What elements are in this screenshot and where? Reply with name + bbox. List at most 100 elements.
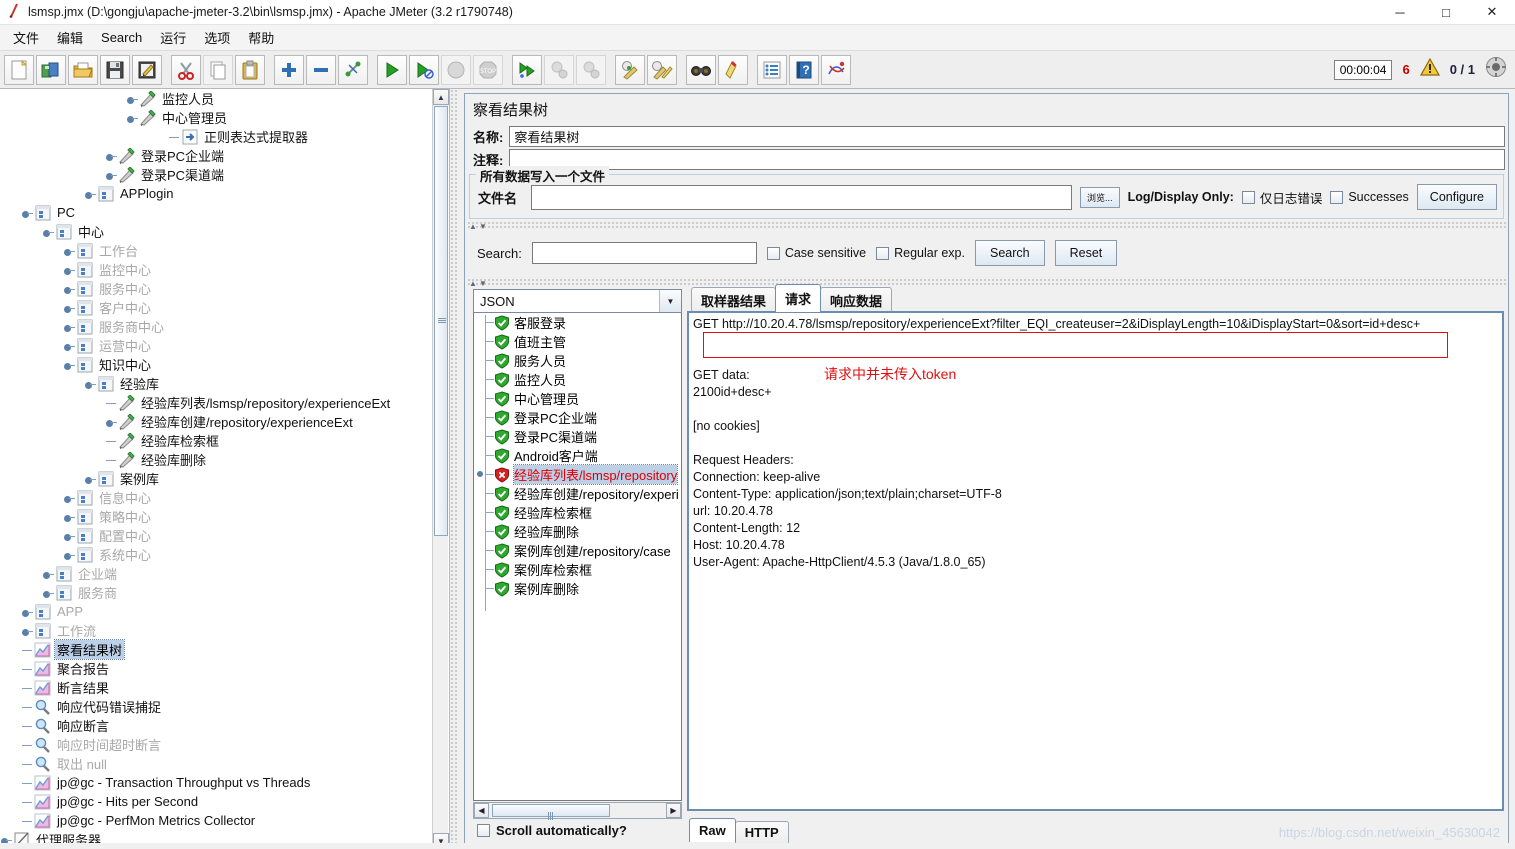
tree-item[interactable]: 知识中心 (0, 355, 432, 374)
templates-icon[interactable] (36, 54, 66, 85)
tree-expand-handle[interactable] (84, 471, 97, 487)
search-split-bar[interactable]: ▲ ▼ (467, 222, 1506, 231)
successes-checkbox[interactable]: Successes (1330, 190, 1409, 204)
menu-file[interactable]: 文件 (4, 26, 48, 49)
tree-expand-handle[interactable] (63, 319, 76, 335)
result-item[interactable]: 登录PC渠道端 (474, 427, 681, 446)
tree-expand-handle[interactable] (63, 300, 76, 316)
tree-expand-handle[interactable] (105, 414, 118, 430)
tree-item[interactable]: APPlogin (0, 184, 432, 203)
collapse-up-icon[interactable]: ▲ (469, 222, 477, 231)
cut-icon[interactable] (171, 54, 201, 85)
thread-gauge-icon[interactable] (1485, 56, 1507, 83)
tree-item[interactable]: 响应时间超时断言 (0, 735, 432, 754)
tree-expand-handle[interactable] (63, 281, 76, 297)
tree-expand-handle[interactable] (63, 490, 76, 506)
result-item[interactable]: 经验库列表/lsmsp/repository (474, 464, 681, 485)
result-item[interactable]: 案例库创建/repository/case (474, 541, 681, 560)
scroll-automatically-checkbox[interactable]: Scroll automatically? (477, 823, 627, 838)
search-button[interactable]: Search (974, 240, 1045, 266)
tree-item[interactable]: 服务商中心 (0, 317, 432, 336)
tree-item[interactable]: 服务中心 (0, 279, 432, 298)
close-button[interactable]: ✕ (1469, 0, 1515, 25)
menu-options[interactable]: 选项 (195, 26, 239, 49)
tree-item[interactable]: 监控中心 (0, 260, 432, 279)
shutdown-icon[interactable]: STOP (473, 54, 503, 85)
renderer-combobox[interactable]: JSON ▼ (473, 289, 682, 313)
menu-help[interactable]: 帮助 (239, 26, 283, 49)
tree-item[interactable]: 聚合报告 (0, 659, 432, 678)
tree-item[interactable]: 经验库检索框 (0, 431, 432, 450)
tree-expand-handle[interactable] (84, 186, 97, 202)
result-item[interactable]: 服务人员 (474, 351, 681, 370)
tree-vertical-scrollbar[interactable]: ▲ ▼ (432, 89, 449, 849)
menu-edit[interactable]: 编辑 (48, 26, 92, 49)
tree-expand-handle[interactable] (63, 547, 76, 563)
warning-icon[interactable] (1419, 57, 1440, 81)
result-item[interactable]: 案例库删除 (474, 579, 681, 598)
results-scroll-left-icon[interactable]: ◀ (474, 803, 489, 818)
clear-all-icon[interactable] (647, 54, 677, 85)
case-sensitive-checkbox[interactable]: Case sensitive (766, 246, 866, 260)
tree-item[interactable]: 经验库创建/repository/experienceExt (0, 412, 432, 431)
tree-item[interactable]: 信息中心 (0, 488, 432, 507)
errors-only-checkbox[interactable]: 仅日志错误 (1241, 188, 1322, 207)
tree-item[interactable]: jp@gc - PerfMon Metrics Collector (0, 811, 432, 830)
successes-checkbox-box[interactable] (1330, 190, 1344, 204)
tree-item[interactable]: 配置中心 (0, 526, 432, 545)
start-no-pause-icon[interactable] (409, 54, 439, 85)
tree-expand-handle[interactable] (21, 205, 34, 221)
split-divider[interactable] (450, 89, 458, 849)
result-item[interactable]: 监控人员 (474, 370, 681, 389)
help-icon[interactable]: ? (789, 54, 819, 85)
stop-icon[interactable] (441, 54, 471, 85)
undo-redo-icon[interactable] (821, 54, 851, 85)
tree-item[interactable]: 监控人员 (0, 89, 432, 108)
tree-item[interactable]: 系统中心 (0, 545, 432, 564)
open-icon[interactable] (68, 54, 98, 85)
configure-button[interactable]: Configure (1416, 184, 1497, 210)
tree-expand-handle[interactable] (63, 262, 76, 278)
tree-expand-handle[interactable] (42, 566, 55, 582)
sample-results-tree[interactable]: 客服登录 值班主管 服务人员 监控人员 中心管理员 登录PC企业端 登录PC渠道端 Andro… (473, 313, 682, 801)
tree-item[interactable]: 工作台 (0, 241, 432, 260)
tree-expand-handle[interactable] (63, 338, 76, 354)
tree-expand-handle[interactable] (105, 167, 118, 183)
result-item[interactable]: Android客户端 (474, 446, 681, 465)
errors-only-checkbox-box[interactable] (1241, 190, 1255, 204)
result-item[interactable]: 中心管理员 (474, 389, 681, 408)
copy-icon[interactable] (203, 54, 233, 85)
search-input[interactable] (531, 242, 757, 264)
results-collapse-down-icon[interactable]: ▼ (479, 279, 487, 288)
minimize-button[interactable]: ─ (1377, 0, 1423, 25)
tree-item[interactable]: 客户中心 (0, 298, 432, 317)
result-item[interactable]: 值班主管 (474, 332, 681, 351)
request-view-tab[interactable]: HTTP (734, 821, 789, 843)
result-item[interactable]: 案例库检索框 (474, 560, 681, 579)
request-view-tab[interactable]: Raw (689, 818, 736, 842)
tree-item[interactable]: 登录PC企业端 (0, 146, 432, 165)
tree-item[interactable]: PC (0, 203, 432, 222)
menu-search[interactable]: Search (92, 28, 151, 47)
detail-tab[interactable]: 取样器结果 (691, 287, 777, 313)
tree-scroll-thumb[interactable] (434, 106, 448, 536)
comment-input[interactable] (509, 149, 1505, 170)
tree-item[interactable]: 中心 (0, 222, 432, 241)
tree-expand-handle[interactable] (63, 243, 76, 259)
tree-item[interactable]: 断言结果 (0, 678, 432, 697)
tree-expand-handle[interactable] (63, 357, 76, 373)
tree-expand-handle[interactable] (84, 376, 97, 392)
search-icon[interactable] (686, 54, 716, 85)
save-icon[interactable] (100, 54, 130, 85)
new-icon[interactable] (4, 54, 34, 85)
tree-item[interactable]: APP (0, 602, 432, 621)
start-remote-icon[interactable] (512, 54, 542, 85)
tree-expand-handle[interactable] (42, 224, 55, 240)
request-viewer[interactable]: GET http://10.20.4.78/lsmsp/repository/e… (687, 311, 1504, 811)
search-reset-icon[interactable] (718, 54, 748, 85)
clear-icon[interactable] (615, 54, 645, 85)
function-helper-icon[interactable] (757, 54, 787, 85)
results-horizontal-scrollbar[interactable]: ◀ ▶ (473, 802, 682, 820)
reset-button[interactable]: Reset (1054, 240, 1118, 266)
result-item[interactable]: 登录PC企业端 (474, 408, 681, 427)
